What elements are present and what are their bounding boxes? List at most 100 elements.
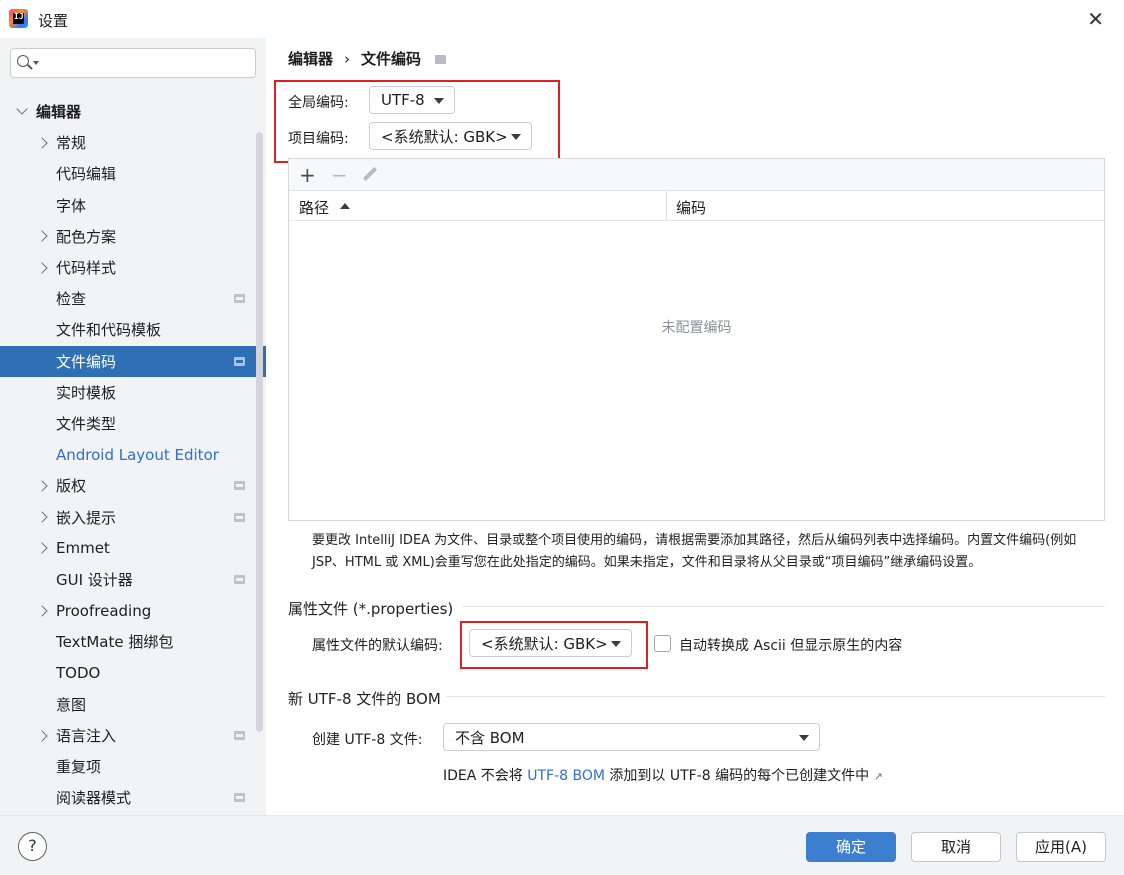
sidebar-item[interactable]: 配色方案 <box>0 221 266 252</box>
sidebar-item[interactable]: 版权 <box>0 470 266 501</box>
sidebar-item[interactable]: 重复项 <box>0 751 266 782</box>
sidebar-item-label: 实时模板 <box>56 383 117 402</box>
properties-section-title: 属性文件 (*.properties) <box>288 600 454 618</box>
sidebar-item[interactable]: TODO <box>0 658 266 689</box>
ok-button[interactable]: 确定 <box>806 832 896 862</box>
settings-search-input[interactable] <box>10 48 256 78</box>
sidebar-item[interactable]: 代码编辑 <box>0 158 266 189</box>
chevron-right-icon[interactable] <box>36 729 48 742</box>
sidebar-item[interactable]: 编辑器 <box>0 96 266 127</box>
sidebar-item[interactable]: 意图 <box>0 689 266 720</box>
sidebar-item[interactable]: 字体 <box>0 190 266 221</box>
sidebar-item[interactable]: 检查 <box>0 283 266 314</box>
help-button[interactable]: ? <box>18 832 47 861</box>
chevron-right-icon[interactable] <box>36 542 48 554</box>
project-scope-icon <box>234 512 245 522</box>
sidebar-item[interactable]: Proofreading <box>0 595 266 626</box>
column-header-path[interactable]: 路径 <box>299 197 329 218</box>
sidebar-item-label: 文件和代码模板 <box>56 321 162 340</box>
bom-note-prefix: IDEA 不会将 <box>443 768 523 784</box>
sidebar-item-label: 文件类型 <box>56 415 117 433</box>
table-header: 路径 编码 <box>289 191 1104 221</box>
sidebar-item-label: 编辑器 <box>36 103 82 121</box>
utf8-bom-link[interactable]: UTF-8 BOM <box>527 768 605 784</box>
global-encoding-select[interactable]: UTF-8 <box>369 86 455 114</box>
window-title: 设置 <box>38 12 69 30</box>
table-toolbar: + − <box>289 159 1104 191</box>
bom-create-label: 创建 UTF-8 文件: <box>312 732 423 748</box>
sidebar-item[interactable]: 文件编码 <box>0 345 266 377</box>
sort-ascending-icon <box>340 203 350 209</box>
path-encoding-table: + − 路径 编码 未配置编码 <box>288 158 1105 521</box>
sidebar-item-label: 字体 <box>56 196 87 215</box>
chevron-down-icon <box>611 641 621 647</box>
chevron-down-icon <box>511 134 521 140</box>
project-encoding-select[interactable]: <系统默认: GBK> <box>369 122 532 150</box>
remove-icon: − <box>331 163 348 187</box>
chevron-right-icon[interactable] <box>36 137 48 149</box>
settings-content: 编辑器 › 文件编码 全局编码: UTF-8 项目编码: <系统默认: GBK>… <box>266 38 1124 815</box>
sidebar-item-label: 常规 <box>56 134 87 153</box>
ascii-conversion-label[interactable]: 自动转换成 Ascii 但显示原生的内容 <box>679 635 902 655</box>
sidebar-item[interactable]: 嵌入提示 <box>0 502 266 533</box>
project-encoding-label: 项目编码: <box>288 131 349 147</box>
chevron-right-icon[interactable] <box>36 605 48 617</box>
apply-button[interactable]: 应用(A) <box>1016 832 1106 862</box>
sidebar-item-label: TODO <box>56 664 101 683</box>
sidebar-item-label: 嵌入提示 <box>56 508 117 527</box>
sidebar-item-label: Android Layout Editor <box>56 445 219 464</box>
project-scope-icon <box>234 356 245 366</box>
ascii-conversion-checkbox[interactable] <box>654 635 671 652</box>
sidebar-item[interactable]: 代码样式 <box>0 252 266 283</box>
chevron-down-icon <box>799 735 809 741</box>
bom-create-value: 不含 BOM <box>455 728 525 747</box>
dialog-footer: ? 确定 取消 应用(A) <box>0 815 1124 875</box>
cancel-button[interactable]: 取消 <box>911 832 1001 862</box>
sidebar-item[interactable]: 文件类型 <box>0 408 266 439</box>
global-encoding-value: UTF-8 <box>381 91 425 109</box>
sidebar-item[interactable]: 常规 <box>0 127 266 158</box>
project-scope-icon <box>234 481 245 491</box>
sidebar-item[interactable]: 实时模板 <box>0 377 266 408</box>
sidebar-scrollbar[interactable] <box>256 132 263 732</box>
breadcrumb: 编辑器 › 文件编码 <box>288 48 447 69</box>
external-link-icon: ↗ <box>873 770 883 783</box>
add-icon[interactable]: + <box>299 163 316 187</box>
sidebar-item[interactable]: TextMate 捆绑包 <box>0 626 266 657</box>
column-header-encoding[interactable]: 编码 <box>676 197 706 218</box>
sidebar-item-label: 阅读器模式 <box>56 789 132 808</box>
bom-section-divider <box>446 696 1105 697</box>
sidebar-item-label: Emmet <box>56 539 110 558</box>
breadcrumb-current: 文件编码 <box>361 50 422 68</box>
sidebar-item[interactable]: 文件和代码模板 <box>0 314 266 345</box>
project-scope-icon <box>234 294 245 304</box>
search-options-caret-icon[interactable] <box>33 61 39 65</box>
help-text: 要更改 IntelliJ IDEA 为文件、目录或整个项目使用的编码，请根据需要… <box>312 533 1077 570</box>
chevron-right-icon[interactable] <box>36 511 48 523</box>
sidebar-item-label: Proofreading <box>56 601 152 620</box>
sidebar-item[interactable]: 阅读器模式 <box>0 782 266 813</box>
breadcrumb-parent[interactable]: 编辑器 <box>288 48 333 69</box>
sidebar-item[interactable]: 语言注入 <box>0 720 266 751</box>
sidebar-item[interactable]: Emmet <box>0 533 266 564</box>
close-icon[interactable]: ✕ <box>1087 7 1104 31</box>
sidebar-item[interactable]: GUI 设计器 <box>0 564 266 595</box>
settings-sidebar: 编辑器常规代码编辑字体配色方案代码样式检查文件和代码模板 文件编码实时模板文件类型… <box>0 38 266 815</box>
sidebar-item-label: 文件编码 <box>56 352 117 371</box>
bom-create-select[interactable]: 不含 BOM <box>443 723 820 751</box>
edit-icon <box>362 167 378 183</box>
sidebar-item-label: 配色方案 <box>56 227 117 246</box>
chevron-right-icon[interactable] <box>36 261 48 274</box>
chevron-right-icon[interactable] <box>36 230 48 242</box>
column-separator[interactable] <box>666 191 667 221</box>
properties-encoding-value: <系统默认: GBK> <box>481 634 608 653</box>
chevron-right-icon[interactable] <box>36 480 48 492</box>
properties-section-divider <box>462 606 1105 607</box>
sidebar-item-label: 代码样式 <box>56 259 117 277</box>
chevron-down-icon[interactable] <box>16 103 28 115</box>
sidebar-item-label: GUI 设计器 <box>56 571 133 589</box>
search-icon <box>17 55 29 67</box>
title-bar: IJ 设置 ✕ <box>0 0 1124 38</box>
properties-encoding-select[interactable]: <系统默认: GBK> <box>469 629 632 657</box>
sidebar-item[interactable]: Android Layout Editor <box>0 439 266 470</box>
